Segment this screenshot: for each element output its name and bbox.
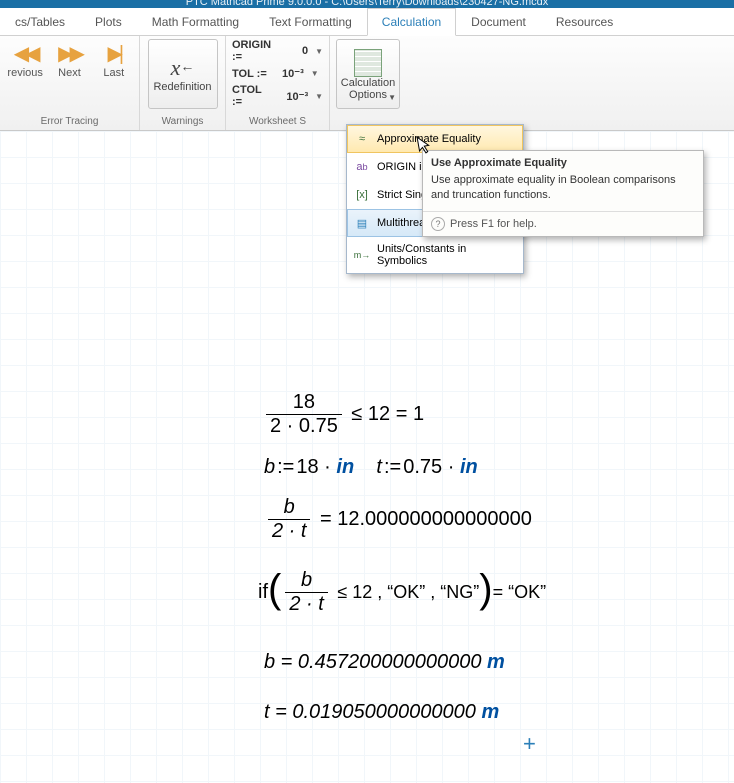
math-region-3[interactable]: b 2 · t = 12.000000000000000: [264, 496, 532, 543]
math-region-5[interactable]: b = 0.457200000000000 m: [264, 651, 505, 674]
calc-options-line1: Calculation: [341, 77, 395, 89]
strict-icon: [x]: [354, 187, 370, 203]
approx-equal-icon: ≈: [354, 131, 370, 147]
calculation-options-icon: [354, 49, 382, 77]
calculation-options-button[interactable]: Calculation Options ▼: [336, 39, 400, 109]
tab-document[interactable]: Document: [456, 8, 541, 35]
group-warnings: Warnings: [146, 114, 219, 130]
origin-value: 0: [280, 43, 311, 59]
units-icon: m→: [354, 247, 370, 263]
tol-value: 10⁻³: [271, 65, 307, 82]
previous-label: revious: [7, 67, 42, 79]
tooltip-foot: Press F1 for help.: [450, 218, 537, 230]
forward-icon: ▶▶: [58, 39, 81, 67]
calc-options-line2: Options: [349, 89, 387, 101]
chevron-down-icon: ▼: [315, 92, 323, 101]
tab-calculation[interactable]: Calculation: [367, 8, 456, 36]
origin-label: ORIGIN :=: [232, 39, 276, 63]
math-region-4[interactable]: if( b 2 · t ≤ 12 , “OK” , “NG”)= “OK”: [258, 569, 546, 616]
tab-math-formatting[interactable]: Math Formatting: [137, 8, 254, 35]
tol-label: TOL :=: [232, 68, 267, 80]
tab-plots[interactable]: Plots: [80, 8, 137, 35]
frac-num: 18: [289, 391, 319, 414]
tooltip-title: Use Approximate Equality: [423, 151, 703, 173]
next-label: Next: [58, 67, 81, 79]
next-button[interactable]: ▶▶ Next: [50, 39, 88, 79]
skip-end-icon: ▶|: [108, 39, 121, 67]
tab-text-formatting[interactable]: Text Formatting: [254, 8, 367, 35]
tol-setting[interactable]: TOL := 10⁻³ ▼: [232, 65, 323, 82]
origin-icon: ab: [354, 159, 370, 175]
math-region-6[interactable]: t = 0.019050000000000 m: [264, 701, 499, 724]
last-label: Last: [103, 67, 124, 79]
tab-cs-tables[interactable]: cs/Tables: [0, 8, 80, 35]
ribbon-tabs: cs/Tables Plots Math Formatting Text For…: [0, 8, 734, 36]
rewind-icon: ◀◀: [14, 39, 37, 67]
last-button[interactable]: ▶| Last: [95, 39, 133, 79]
expr-rest: ≤ 12 = 1: [351, 403, 424, 425]
origin-setting[interactable]: ORIGIN := 0 ▼: [232, 39, 323, 63]
menu-units-constants[interactable]: m→ Units/Constants in Symbolics: [347, 237, 523, 273]
help-icon: ?: [431, 217, 445, 231]
ctol-label: CTOL :=: [232, 84, 273, 108]
ribbon: ◀◀ revious ▶▶ Next ▶| Last Error Tracing…: [0, 36, 734, 131]
menu-approximate-equality[interactable]: ≈ Approximate Equality: [347, 125, 523, 153]
ctol-setting[interactable]: CTOL := 10⁻³ ▼: [232, 84, 323, 108]
chevron-down-icon: ▼: [315, 47, 323, 56]
frac-den: 2 · 0.75: [266, 415, 342, 438]
math-region-1[interactable]: 18 2 · 0.75 ≤ 12 = 1: [262, 391, 424, 438]
ctol-value: 10⁻³: [277, 88, 312, 105]
multithread-icon: ▤: [354, 215, 370, 231]
tab-resources[interactable]: Resources: [541, 8, 628, 35]
tooltip: Use Approximate Equality Use approximate…: [422, 150, 704, 237]
title-bar: PTC Mathcad Prime 9.0.0.0 - C:\Users\Ter…: [0, 0, 734, 8]
group-error-tracing: Error Tracing: [6, 114, 133, 130]
chevron-down-icon: ▼: [311, 69, 319, 78]
redefinition-button[interactable]: x← Redefinition: [148, 39, 218, 109]
previous-button[interactable]: ◀◀ revious: [6, 39, 44, 79]
chevron-down-icon: ▼: [388, 93, 396, 102]
group-worksheet-settings: Worksheet S: [232, 114, 323, 130]
insertion-cursor-icon: +: [523, 731, 536, 757]
tooltip-body: Use approximate equality in Boolean comp…: [423, 173, 703, 211]
redefinition-icon: x←: [171, 55, 195, 81]
redefinition-label: Redefinition: [153, 81, 211, 93]
math-region-2[interactable]: b:=18 · in t:=0.75 · in: [264, 456, 478, 479]
